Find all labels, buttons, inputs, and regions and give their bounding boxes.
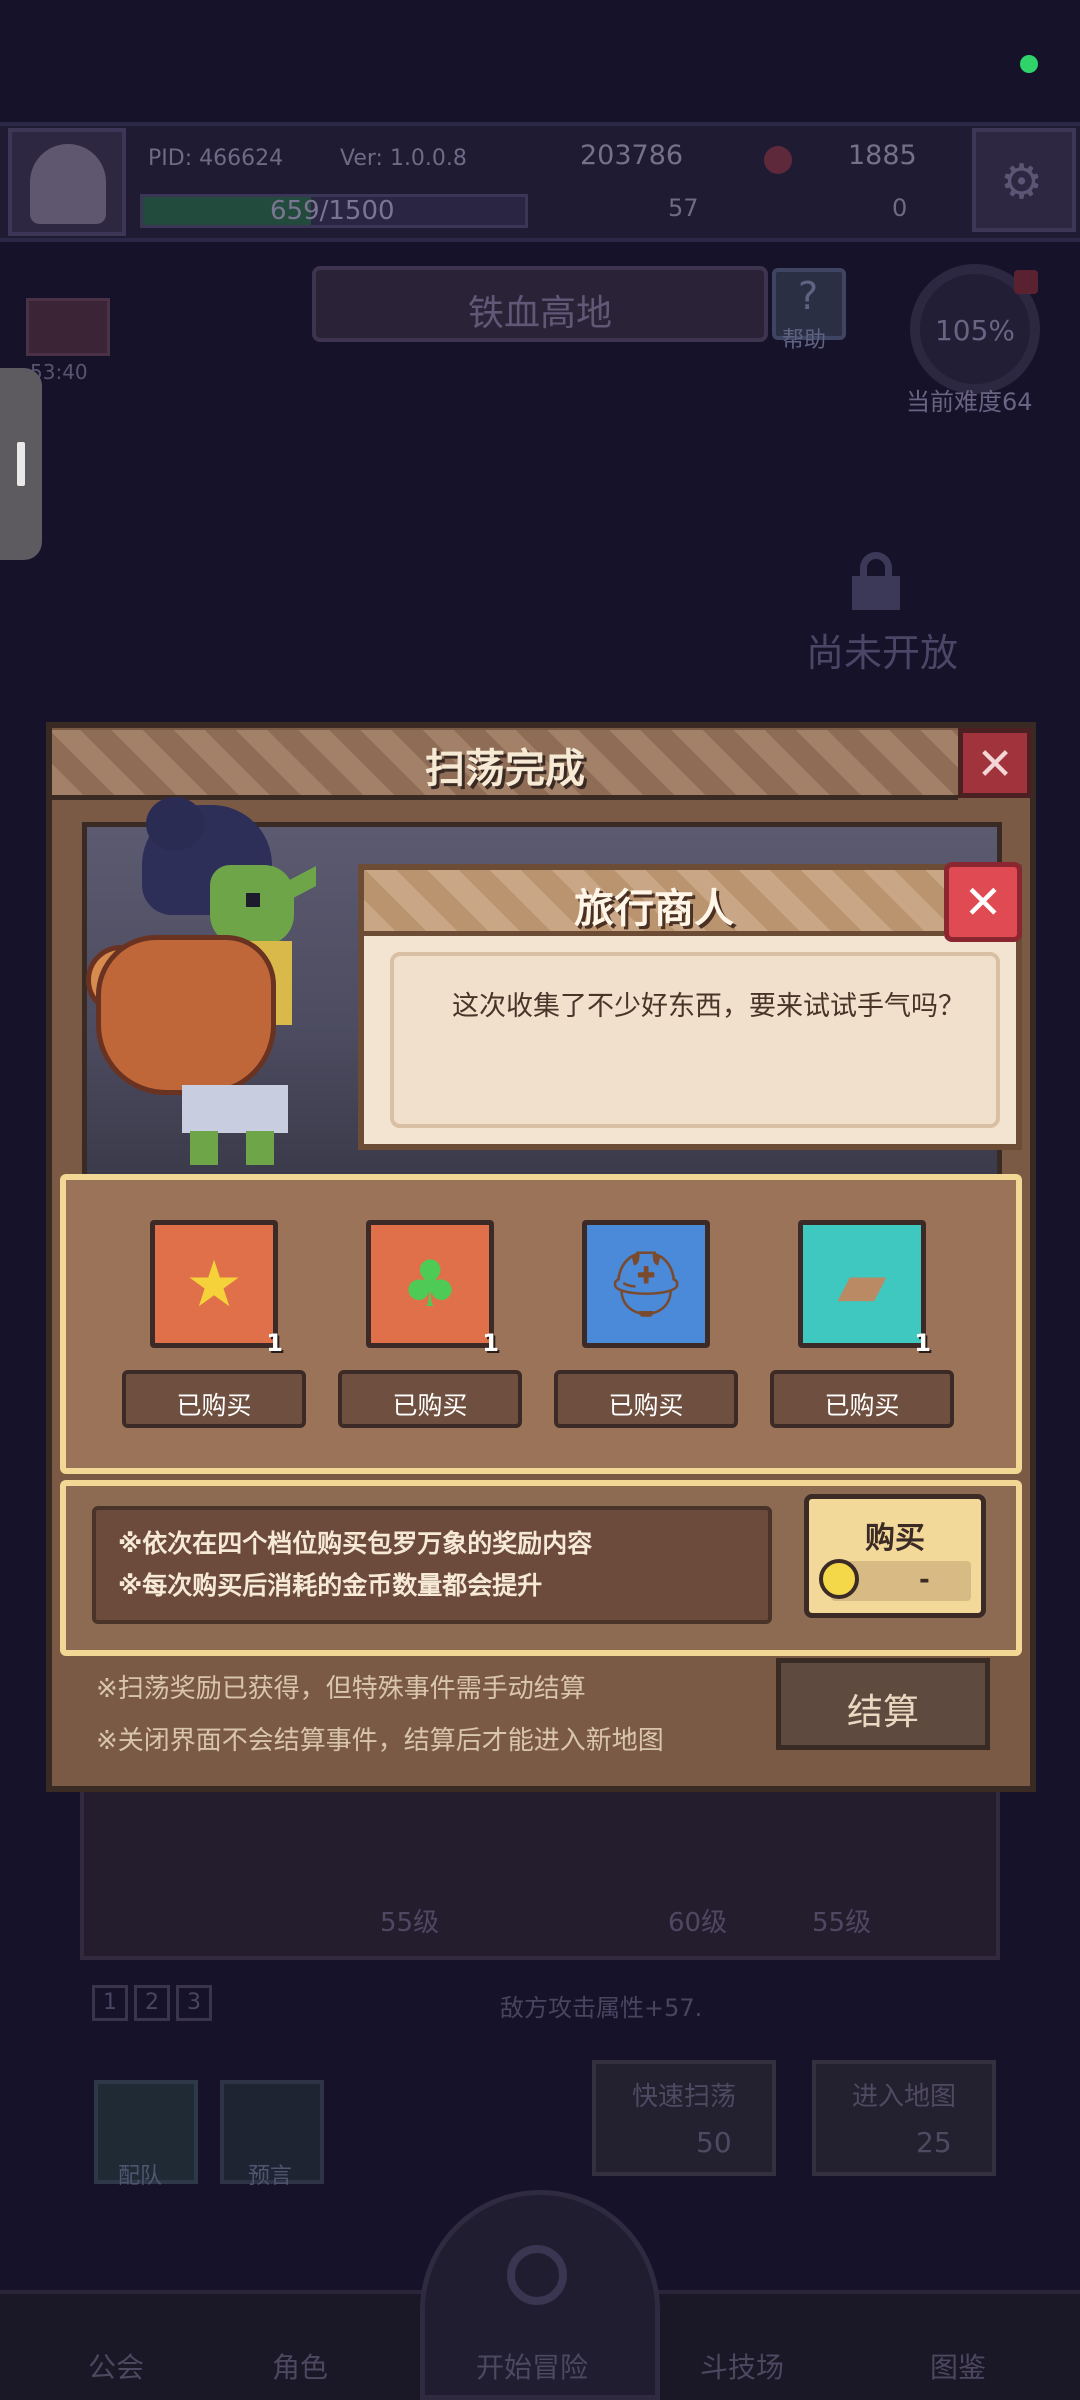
purchased-text: 已购买 [824,1391,900,1420]
shop-rule: ※每次购买后消耗的金币数量都会提升 [118,1571,543,1600]
clover-count: 57 [668,194,699,222]
treasure-chest-icon: ▰ [837,1248,887,1322]
avatar[interactable] [8,128,126,236]
merchant-close-button[interactable]: ✕ [944,862,1022,942]
difficulty-label: 当前难度64 [906,388,1033,416]
team-label: 配队 [118,2164,163,2189]
enter-map-label: 进入地图 [851,2082,956,2112]
shop-rule: ※依次在四个档位购买包罗万象的奖励内容 [118,1529,593,1558]
purchased-text: 已购买 [608,1391,684,1420]
page-button[interactable]: 2 [134,1985,170,2021]
key-count: 0 [892,194,908,222]
dialog-close-button[interactable]: ✕ [958,728,1032,798]
clover-icon: ♣ [401,1248,459,1322]
purchased-text: 已购买 [392,1391,468,1420]
enemy-attribute: 敌方攻击属性+57. [500,1994,703,2022]
shop-slot-star[interactable]: ★ 1 [150,1220,283,1357]
purchased-label: 已购买 [554,1370,738,1428]
side-drawer-handle[interactable] [0,368,42,560]
buy-label: 购买 [865,1521,925,1556]
quick-sweep-label: 快速扫荡 [631,2082,736,2112]
page-selector: 123 [92,1985,218,2021]
exp-text: 659/1500 [270,196,395,226]
player-id: PID: 466624 [148,146,284,171]
gold-count: 203786 [580,140,684,171]
quick-sweep-button[interactable]: 快速扫荡 50 [592,2060,776,2176]
merchant-message-box [390,952,1000,1128]
shop-slot-helmet[interactable]: ⛑ [582,1220,710,1348]
star-icon: ★ [185,1248,243,1322]
close-icon: ✕ [963,875,1003,929]
notification-badge [1014,270,1038,294]
close-icon: ✕ [976,739,1014,790]
question-icon: ? [798,274,819,318]
nav-characters[interactable]: 角色 [272,2346,328,2386]
difficulty-percent: 105% [934,314,1016,347]
lock-icon [846,552,906,610]
version-label: Ver: 1.0.0.8 [340,146,467,171]
slot-quantity: 1 [914,1329,931,1357]
shop-slot-clover[interactable]: ♣ 1 [366,1220,499,1357]
level-label: 55级 [812,1908,872,1938]
sweep-note: ※关闭界面不会结算事件，结算后才能进入新地图 [96,1726,664,1756]
shop-panel: ★ 1 ♣ 1 ⛑ ▰ 1 已购买 已购买 已购买 已购买 [60,1174,1022,1474]
sweep-note: ※扫荡奖励已获得，但特殊事件需手动结算 [96,1674,586,1704]
nav-start-adventure[interactable]: 开始冒险 [476,2346,588,2386]
settings-button[interactable]: ⚙ [972,128,1076,232]
purchased-text: 已购买 [176,1391,252,1420]
settle-button[interactable]: 结算 [776,1658,990,1750]
purchased-label: 已购买 [770,1370,954,1428]
gear-icon: ⚙ [1000,154,1044,210]
enter-map-cost: 25 [916,2126,952,2159]
settle-label: 结算 [846,1692,919,1733]
status-indicator [1020,55,1038,73]
page-button[interactable]: 1 [92,1985,128,2021]
gift-chest-icon[interactable] [26,298,110,356]
level-label: 60级 [668,1908,728,1938]
gem-icon [764,146,792,174]
purchased-label: 已购买 [338,1370,522,1428]
viking-helmet-icon: ⛑ [605,1248,687,1322]
buy-button[interactable]: 购买 - [804,1494,986,1618]
enter-map-button[interactable]: 进入地图 25 [812,2060,996,2176]
shop-slot-chest[interactable]: ▰ 1 [798,1220,931,1357]
stage-name: 铁血高地 [467,293,612,334]
level-label: 55级 [380,1908,440,1938]
locked-label: 尚未开放 [806,631,959,675]
avatar-face [30,144,106,224]
coin-icon [819,1559,859,1599]
dialog-title: 扫荡完成 [425,746,585,792]
page-button[interactable]: 3 [176,1985,212,2021]
nav-arena[interactable]: 斗技场 [700,2346,784,2386]
slot-quantity: 1 [266,1329,283,1357]
gem-count: 1885 [848,140,917,171]
slot-quantity: 1 [482,1329,499,1357]
preview-label: 预言 [248,2164,293,2189]
quick-sweep-cost: 50 [696,2126,732,2159]
stage-banner: 铁血高地 [312,266,768,342]
nav-guild[interactable]: 公会 [88,2346,144,2386]
merchant-message: 这次收集了不少好东西，要来试试手气吗？ [452,991,965,1022]
nav-codex[interactable]: 图鉴 [930,2346,986,2386]
purchased-label: 已购买 [122,1370,306,1428]
help-label: 帮助 [782,328,827,353]
buy-price: - [919,1565,930,1595]
merchant-character [86,797,346,1165]
magnifier-icon [507,2245,567,2305]
merchant-title: 旅行商人 [574,886,734,932]
